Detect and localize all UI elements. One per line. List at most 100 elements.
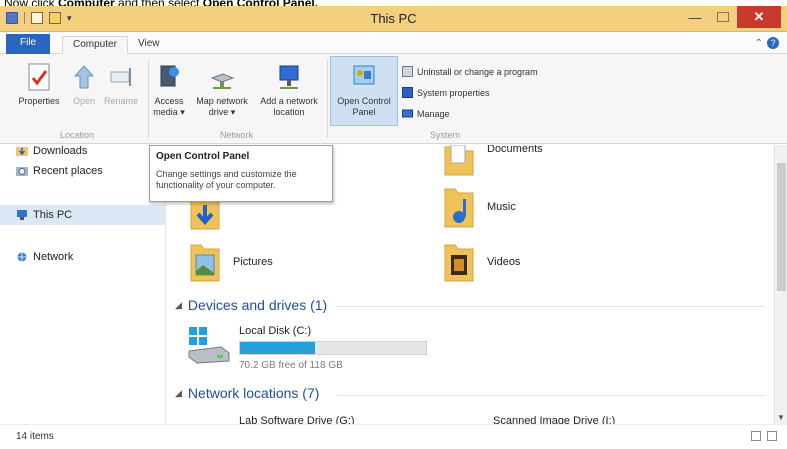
help-icon[interactable]: ?: [767, 37, 779, 49]
ribbon-tabs: File Computer View ⌃ ?: [0, 32, 787, 54]
maximize-button[interactable]: [717, 12, 729, 22]
access-media-button[interactable]: Access media ▾: [150, 62, 188, 118]
map-network-drive-label: Map network drive ▾: [196, 96, 248, 117]
network-location-icon: [279, 65, 299, 89]
folder-label-documents: Documents: [487, 145, 543, 155]
tooltip-title: Open Control Panel: [156, 151, 250, 162]
this-pc-icon: [17, 210, 27, 220]
group-label-location: Location: [60, 130, 95, 140]
system-properties-button[interactable]: System properties: [402, 87, 490, 98]
network-icon: [17, 252, 27, 262]
folder-documents[interactable]: Documents: [443, 145, 543, 177]
ribbon: Properties Open Rename Location Access m…: [0, 54, 787, 144]
open-icon: [73, 65, 95, 89]
manage-button[interactable]: Manage: [402, 108, 450, 119]
section-divider: [337, 395, 765, 396]
scrollbar-thumb[interactable]: [777, 163, 786, 291]
properties-button[interactable]: Properties: [14, 62, 64, 107]
minimize-button[interactable]: —: [681, 6, 709, 28]
open-control-panel-tooltip: Open Control Panel Change settings and c…: [149, 145, 333, 202]
system-properties-icon: [402, 87, 413, 98]
collapse-triangle-icon[interactable]: ◢: [175, 300, 182, 311]
music-folder-icon: [444, 188, 474, 228]
vertical-scrollbar[interactable]: ▼: [774, 145, 787, 424]
close-button[interactable]: ✕: [737, 6, 781, 28]
disk-usage-bar: [239, 341, 427, 355]
add-network-location-button[interactable]: Add a network location: [254, 62, 324, 118]
open-button[interactable]: Open: [68, 62, 100, 107]
folder-label-pictures: Pictures: [233, 256, 273, 268]
nav-item-downloads[interactable]: Downloads: [16, 145, 87, 157]
properties-label: Properties: [18, 96, 60, 106]
disk-usage-fill: [240, 342, 316, 354]
folder-videos[interactable]: Videos: [443, 241, 520, 283]
section-devices-and-drives[interactable]: ◢ Devices and drives (1): [175, 297, 327, 313]
tab-view[interactable]: View: [128, 36, 170, 54]
title-bar: ▾ This PC — ✕: [0, 6, 787, 32]
access-media-icon: [160, 65, 179, 87]
collapse-triangle-icon[interactable]: ◢: [175, 388, 182, 399]
tab-file[interactable]: File: [6, 34, 51, 54]
access-media-label: Access media ▾: [153, 96, 185, 117]
ribbon-group-divider: [327, 60, 328, 138]
details-view-icon[interactable]: [751, 431, 761, 441]
pictures-folder-icon: [190, 244, 220, 282]
manage-label: Manage: [417, 108, 450, 119]
scroll-down-icon[interactable]: ▼: [777, 413, 785, 422]
tab-computer[interactable]: Computer: [62, 36, 128, 54]
open-control-panel-button[interactable]: Open Control Panel: [332, 62, 396, 118]
uninstall-program-button[interactable]: Uninstall or change a program: [402, 66, 538, 77]
nav-item-this-pc[interactable]: This PC: [0, 205, 165, 225]
nav-label-this-pc: This PC: [33, 209, 73, 221]
uninstall-program-label: Uninstall or change a program: [417, 66, 538, 77]
documents-folder-icon: [444, 145, 474, 176]
open-control-panel-label: Open Control Panel: [337, 96, 391, 117]
videos-folder-icon: [444, 244, 474, 282]
open-label: Open: [72, 96, 96, 106]
programs-icon: [402, 66, 413, 77]
collapse-ribbon-icon[interactable]: ⌃: [755, 38, 763, 49]
rename-label: Rename: [103, 96, 139, 106]
nav-label-network: Network: [33, 251, 74, 263]
nav-item-recent-places[interactable]: Recent places: [16, 165, 103, 177]
tooltip-body: Change settings and customize the functi…: [156, 169, 297, 190]
section-label-network: Network locations (7): [187, 385, 320, 401]
status-bar: 14 items: [0, 424, 787, 449]
add-network-location-label: Add a network location: [260, 96, 318, 117]
nav-label-downloads: Downloads: [33, 145, 88, 157]
large-icons-view-icon[interactable]: [767, 431, 777, 441]
local-disk-name[interactable]: Local Disk (C:): [239, 325, 311, 337]
folder-music[interactable]: Music: [443, 185, 516, 229]
rename-button[interactable]: Rename: [102, 62, 140, 107]
control-panel-icon: [353, 65, 375, 85]
folder-pictures[interactable]: Pictures: [189, 241, 273, 283]
nav-label-recent-places: Recent places: [33, 165, 103, 177]
local-disk-icon[interactable]: [187, 325, 231, 365]
ribbon-group-divider: [148, 60, 149, 138]
downloads-folder-icon: [16, 147, 28, 156]
network-drive-icon: [210, 73, 235, 89]
navigation-pane: Downloads Recent places This PC Network: [0, 145, 166, 424]
properties-icon: [28, 63, 50, 91]
group-label-system: System: [430, 130, 461, 140]
network-drive-g[interactable]: Lab Software Drive (G:): [239, 415, 355, 424]
ribbon-controls: ⌃ ?: [755, 37, 779, 49]
section-divider: [335, 306, 765, 307]
manage-icon: [402, 109, 413, 118]
folder-label-music: Music: [487, 201, 516, 213]
item-count: 14 items: [16, 431, 54, 442]
rename-icon: [110, 68, 131, 86]
window-title: This PC: [370, 11, 417, 26]
network-drive-i[interactable]: Scanned Image Drive (I:): [493, 415, 615, 424]
nav-item-network[interactable]: Network: [16, 251, 73, 263]
group-label-network: Network: [220, 130, 254, 140]
local-disk-free-space: 70.2 GB free of 118 GB: [239, 360, 343, 371]
section-network-locations[interactable]: ◢ Network locations (7): [175, 385, 319, 401]
system-properties-label: System properties: [417, 87, 490, 98]
map-network-drive-button[interactable]: Map network drive ▾: [190, 62, 254, 118]
recent-places-icon: [16, 167, 28, 176]
folder-label-videos: Videos: [487, 256, 521, 268]
view-toggles: [751, 431, 777, 441]
section-label-devices: Devices and drives (1): [187, 297, 328, 313]
window: Now click Computer and then select Open …: [0, 0, 787, 449]
